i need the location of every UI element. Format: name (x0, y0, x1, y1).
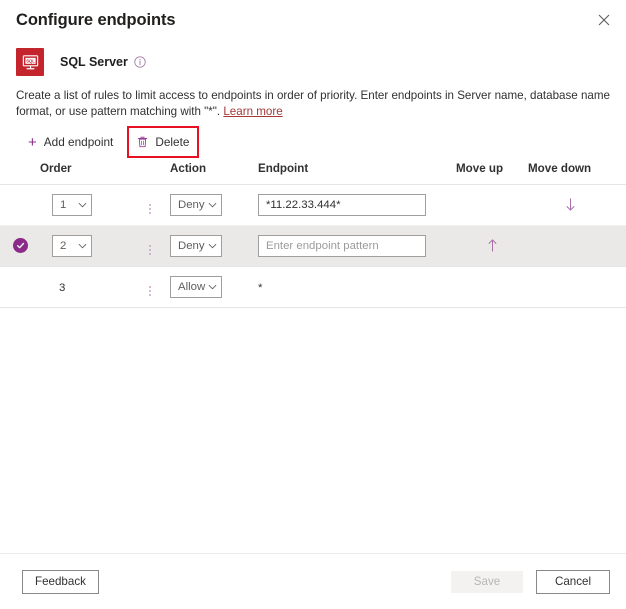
panel-footer: Feedback Save Cancel (0, 553, 626, 609)
chevron-down-icon (208, 243, 217, 249)
order-dropdown[interactable]: 1 (52, 194, 92, 216)
learn-more-link[interactable]: Learn more (223, 105, 282, 118)
plus-icon: + (28, 133, 37, 151)
action-dropdown[interactable]: Allow (170, 276, 222, 298)
endpoint-input[interactable] (258, 235, 426, 257)
cancel-button[interactable]: Cancel (536, 569, 610, 594)
row-info-cell[interactable] (612, 266, 626, 308)
delete-label: Delete (155, 135, 190, 149)
column-header-move-down: Move down (528, 162, 612, 185)
delete-button[interactable]: Delete (131, 129, 195, 155)
row-checkbox-checked[interactable] (12, 238, 28, 253)
more-options-icon[interactable] (143, 242, 157, 258)
order-value: 3 (59, 282, 66, 294)
row-select-cell[interactable] (0, 184, 40, 226)
close-icon[interactable] (590, 6, 618, 34)
row-select-cell[interactable] (0, 225, 40, 267)
move-up-cell[interactable] (456, 225, 528, 267)
feedback-button[interactable]: Feedback (22, 569, 99, 594)
action-cell[interactable]: Allow (170, 266, 258, 308)
column-header-order: Order (40, 162, 130, 185)
more-options-icon[interactable] (143, 283, 157, 299)
action-cell[interactable]: Deny (170, 184, 258, 226)
description: Create a list of rules to limit access t… (0, 78, 626, 120)
move-up-cell (456, 266, 528, 308)
move-down-icon[interactable] (558, 193, 582, 217)
move-down-cell (528, 266, 612, 308)
save-button[interactable]: Save (450, 569, 524, 594)
move-up-cell (456, 184, 528, 226)
delete-button-highlight: Delete (127, 126, 200, 158)
endpoint-cell[interactable] (258, 225, 456, 267)
row-info-cell (612, 225, 626, 267)
column-header-dots (130, 162, 170, 185)
order-value: 2 (60, 240, 67, 252)
table-header-row: Order Action Endpoint Move up Move down (0, 162, 626, 185)
table-row[interactable]: 2 Deny (0, 225, 626, 267)
row-info-cell (612, 184, 626, 226)
endpoint-cell[interactable] (258, 184, 456, 226)
order-dropdown[interactable]: 2 (52, 235, 92, 257)
command-bar: + Add endpoint Delete (0, 120, 626, 158)
move-up-icon[interactable] (480, 234, 504, 258)
endpoint-value: * (258, 282, 263, 294)
add-endpoint-label: Add endpoint (43, 135, 114, 149)
chevron-down-icon (208, 202, 217, 208)
move-down-cell[interactable] (528, 184, 612, 226)
table-row[interactable]: 3 Allow * (0, 266, 626, 308)
info-icon[interactable] (620, 275, 626, 299)
chevron-down-icon (208, 284, 217, 290)
chevron-down-icon (78, 202, 87, 208)
add-endpoint-button[interactable]: + Add endpoint (22, 129, 119, 155)
action-dropdown[interactable]: Deny (170, 235, 222, 257)
column-header-info (612, 162, 626, 185)
column-header-action: Action (170, 162, 258, 185)
description-text: Create a list of rules to limit access t… (16, 89, 610, 118)
column-header-endpoint: Endpoint (258, 162, 456, 185)
svg-text:SQL: SQL (26, 58, 35, 63)
row-menu-cell[interactable] (130, 184, 170, 226)
panel-header: Configure endpoints (0, 0, 626, 40)
resource-row: SQL SQL Server (0, 40, 626, 78)
trash-icon (137, 136, 148, 148)
order-cell[interactable]: 2 (40, 225, 130, 267)
page-title: Configure endpoints (16, 10, 176, 29)
endpoints-table: Order Action Endpoint Move up Move down … (0, 162, 626, 308)
endpoint-cell[interactable]: * (258, 266, 456, 308)
sql-server-icon: SQL (16, 48, 44, 76)
chevron-down-icon (78, 243, 87, 249)
move-down-cell (528, 225, 612, 267)
order-cell[interactable]: 1 (40, 184, 130, 226)
action-dropdown[interactable]: Deny (170, 194, 222, 216)
order-value: 1 (60, 199, 67, 211)
action-value: Deny (178, 240, 205, 252)
table-body: 1 Deny 2 Deny 3 Allow * (0, 184, 626, 308)
endpoint-input[interactable] (258, 194, 426, 216)
more-options-icon[interactable] (143, 201, 157, 217)
row-select-cell[interactable] (0, 266, 40, 308)
row-menu-cell[interactable] (130, 225, 170, 267)
order-cell[interactable]: 3 (40, 266, 130, 308)
action-value: Allow (178, 281, 206, 293)
table-row[interactable]: 1 Deny (0, 184, 626, 226)
row-menu-cell[interactable] (130, 266, 170, 308)
column-header-move-up: Move up (456, 162, 528, 185)
action-value: Deny (178, 199, 205, 211)
column-header-check (0, 162, 40, 185)
info-icon[interactable] (134, 56, 146, 68)
action-cell[interactable]: Deny (170, 225, 258, 267)
resource-name: SQL Server (60, 55, 128, 69)
endpoints-table-wrap: Order Action Endpoint Move up Move down … (0, 162, 626, 308)
